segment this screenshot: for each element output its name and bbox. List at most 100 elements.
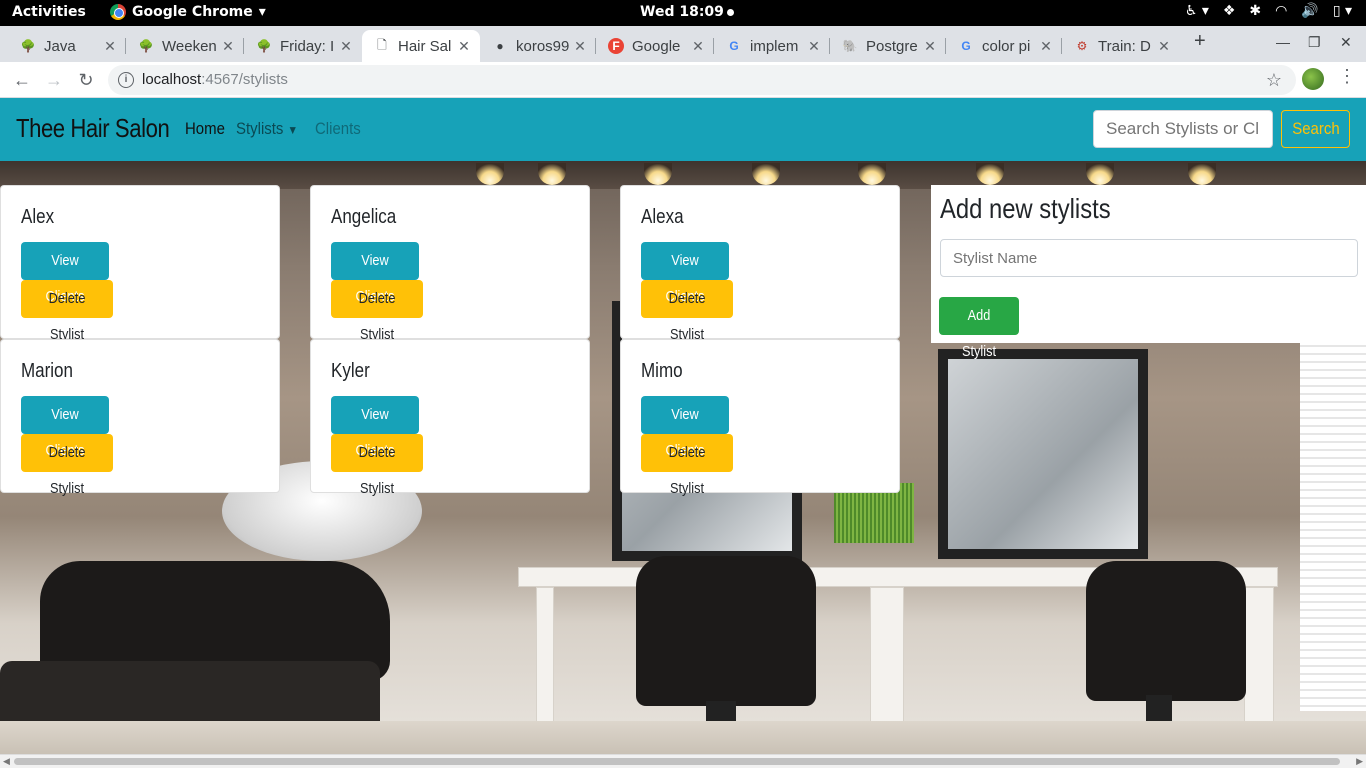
back-icon[interactable]: ←: [10, 68, 34, 92]
address-bar[interactable]: i localhost:4567/stylists ☆: [108, 65, 1296, 95]
browser-tab[interactable]: 🐘 Postgre ✕: [830, 30, 946, 62]
delete-stylist-button[interactable]: Delete Stylist: [331, 434, 423, 497]
stylist-name-input[interactable]: [940, 239, 1358, 277]
clock[interactable]: Wed 18:09: [640, 4, 734, 20]
nav-stylists-label: Stylists: [236, 119, 284, 138]
scroll-left-icon[interactable]: ◀: [3, 756, 10, 767]
search-button-label: Search: [1291, 119, 1340, 138]
activities-button[interactable]: Activities: [12, 4, 86, 20]
train-icon: ⚙: [1076, 39, 1088, 53]
browser-tab-active[interactable]: 🗋 Hair Sal ✕: [362, 30, 480, 62]
browser-tab[interactable]: ● koros99 ✕: [480, 30, 596, 62]
reload-icon[interactable]: ↻: [74, 68, 98, 92]
google-icon: G: [961, 39, 971, 53]
close-icon[interactable]: ✕: [690, 38, 706, 55]
github-icon: ●: [496, 39, 504, 53]
close-icon[interactable]: ✕: [1156, 38, 1172, 55]
close-icon[interactable]: ✕: [456, 38, 472, 55]
delete-stylist-label: Delete Stylist: [668, 444, 706, 497]
nav-clients[interactable]: Clients: [315, 119, 361, 139]
url-host: localhost: [142, 71, 202, 88]
page-icon: 🗋: [377, 37, 387, 52]
app-menu-label: Google Chrome: [132, 4, 253, 20]
delete-stylist-button[interactable]: Delete Stylist: [331, 280, 423, 343]
battery-icon[interactable]: ▯ ▾: [1333, 3, 1352, 19]
add-stylist-button[interactable]: Add Stylist: [939, 297, 1019, 360]
wifi-icon[interactable]: ◠: [1275, 3, 1287, 19]
tab-strip: 🌳 Java ✕ 🌳 Weeken ✕ 🌳 Friday: I ✕ 🗋 Hair…: [0, 26, 1366, 62]
browser-tab[interactable]: G color pi ✕: [946, 30, 1062, 62]
more-menu-icon[interactable]: ⋮: [1338, 66, 1356, 87]
app-menu[interactable]: Google Chrome ▾: [110, 4, 266, 20]
delete-stylist-label: Delete Stylist: [358, 444, 396, 497]
close-icon[interactable]: ✕: [1038, 38, 1054, 55]
new-tab-button[interactable]: +: [1194, 30, 1206, 53]
stylist-card: Mimo View Clients Delete Stylist: [620, 339, 900, 497]
add-stylist-label: Add Stylist: [961, 307, 996, 360]
dropbox-icon[interactable]: ❖: [1223, 3, 1236, 19]
view-clients-button[interactable]: View Clients: [331, 242, 419, 305]
scrollbar-thumb[interactable]: [14, 758, 1340, 765]
restore-icon[interactable]: ❐: [1308, 34, 1321, 51]
close-icon[interactable]: ✕: [572, 38, 588, 55]
close-icon[interactable]: ✕: [220, 38, 236, 55]
tab-title: Postgre: [866, 37, 918, 55]
stylist-name: Kyler: [331, 360, 370, 382]
view-clients-button[interactable]: View Clients: [641, 396, 729, 459]
browser-tab[interactable]: ⚙ Train: D ✕: [1062, 30, 1180, 62]
browser-tab[interactable]: 🌳 Friday: I ✕: [244, 30, 362, 62]
tree-icon: 🌳: [138, 39, 154, 53]
info-icon[interactable]: i: [118, 72, 134, 88]
tab-title: koros99: [516, 37, 570, 55]
profile-avatar[interactable]: [1302, 68, 1324, 90]
search-input[interactable]: [1093, 110, 1273, 148]
slack-icon[interactable]: ✱: [1249, 3, 1261, 19]
stylist-card: Alex View Clients Delete Stylist: [0, 185, 280, 343]
close-icon[interactable]: ✕: [806, 38, 822, 55]
delete-stylist-button[interactable]: Delete Stylist: [21, 280, 113, 343]
view-clients-button[interactable]: View Clients: [641, 242, 729, 305]
view-clients-button[interactable]: View Clients: [331, 396, 419, 459]
tab-title: Hair Sal: [398, 37, 452, 55]
tab-title: Java: [44, 37, 76, 55]
delete-stylist-button[interactable]: Delete Stylist: [21, 434, 113, 497]
search-button[interactable]: Search: [1281, 110, 1350, 148]
nav-stylists-dropdown[interactable]: Stylists ▼: [236, 119, 298, 139]
stylist-card: Alexa View Clients Delete Stylist: [620, 185, 900, 343]
browser-tab[interactable]: 🌳 Weeken ✕: [126, 30, 244, 62]
system-tray[interactable]: ♿ ▾ ❖ ✱ ◠ 🔊 ▯ ▾: [1185, 3, 1352, 19]
system-top-bar: Activities Google Chrome ▾ Wed 18:09 ♿ ▾…: [0, 0, 1366, 26]
fonts-icon: F: [608, 38, 624, 54]
horizontal-scrollbar[interactable]: ◀ ▶: [0, 754, 1366, 768]
view-clients-button[interactable]: View Clients: [21, 396, 109, 459]
forward-icon[interactable]: →: [42, 68, 66, 92]
tab-title: Google: [632, 37, 681, 55]
browser-toolbar: ← → ↻ i localhost:4567/stylists ☆: [0, 62, 1366, 98]
close-icon[interactable]: ✕: [102, 38, 118, 55]
close-window-icon[interactable]: ✕: [1340, 34, 1352, 51]
tab-title: Train: D: [1098, 37, 1151, 55]
stylist-card: Angelica View Clients Delete Stylist: [310, 185, 590, 343]
brand-title[interactable]: Thee Hair Salon: [16, 113, 170, 144]
chrome-icon: [110, 4, 126, 20]
close-icon[interactable]: ✕: [338, 38, 354, 55]
delete-stylist-button[interactable]: Delete Stylist: [641, 280, 733, 343]
tab-title: Friday: I: [280, 37, 335, 55]
scroll-right-icon[interactable]: ▶: [1356, 756, 1363, 767]
delete-stylist-button[interactable]: Delete Stylist: [641, 434, 733, 497]
browser-tab[interactable]: F Google ✕: [596, 30, 714, 62]
stylist-name: Mimo: [641, 360, 683, 382]
accessibility-icon[interactable]: ♿ ▾: [1185, 3, 1209, 19]
volume-icon[interactable]: 🔊: [1301, 3, 1318, 19]
view-clients-button[interactable]: View Clients: [21, 242, 109, 305]
bookmark-star-icon[interactable]: ☆: [1266, 65, 1282, 95]
nav-home[interactable]: Home: [185, 119, 225, 139]
minimize-icon[interactable]: —: [1276, 34, 1290, 50]
browser-tab[interactable]: 🌳 Java ✕: [8, 30, 126, 62]
close-icon[interactable]: ✕: [922, 38, 938, 55]
delete-stylist-label: Delete Stylist: [48, 444, 86, 497]
browser-tab[interactable]: G implem ✕: [714, 30, 830, 62]
caret-down-icon: ▼: [287, 123, 299, 137]
stylist-card: Marion View Clients Delete Stylist: [0, 339, 280, 497]
tab-title: color pi: [982, 37, 1031, 55]
